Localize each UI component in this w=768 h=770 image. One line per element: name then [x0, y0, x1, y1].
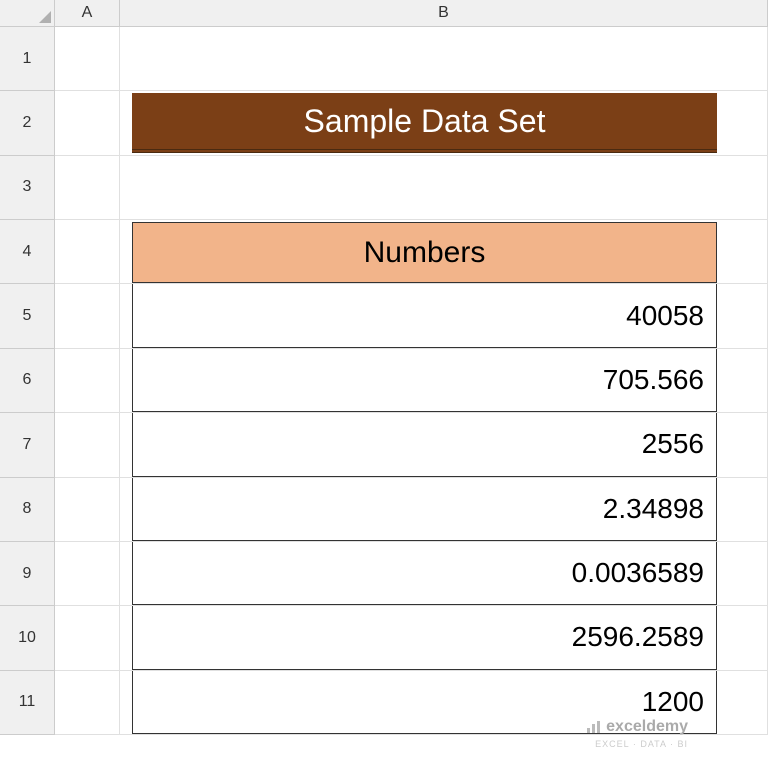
data-cell-3: 2556	[132, 413, 717, 476]
row-header-10[interactable]: 10	[0, 606, 55, 670]
data-cell-6: 2596.2589	[132, 606, 717, 669]
cell-b10[interactable]: 2596.2589	[120, 606, 768, 670]
row-header-8[interactable]: 8	[0, 478, 55, 542]
title-box: Sample Data Set	[132, 93, 717, 152]
row-header-2[interactable]: 2	[0, 91, 55, 155]
row-header-4[interactable]: 4	[0, 220, 55, 284]
col-header-a[interactable]: A	[55, 0, 120, 27]
col-header-b[interactable]: B	[120, 0, 768, 27]
cell-b7[interactable]: 2556	[120, 413, 768, 477]
cell-a5[interactable]	[55, 284, 120, 348]
cell-a10[interactable]	[55, 606, 120, 670]
data-cell-5: 0.0036589	[132, 542, 717, 605]
row-header-3[interactable]: 3	[0, 156, 55, 220]
row-header-5[interactable]: 5	[0, 284, 55, 348]
cell-b2[interactable]: Sample Data Set	[120, 91, 768, 155]
cell-a2[interactable]	[55, 91, 120, 155]
table-header: Numbers	[132, 222, 717, 283]
data-cell-4: 2.34898	[132, 478, 717, 541]
cell-b8[interactable]: 2.34898	[120, 478, 768, 542]
row-header-7[interactable]: 7	[0, 413, 55, 477]
cell-a7[interactable]	[55, 413, 120, 477]
cell-a9[interactable]	[55, 542, 120, 606]
cell-b9[interactable]: 0.0036589	[120, 542, 768, 606]
watermark-brand: exceldemy	[606, 718, 688, 735]
select-all-corner[interactable]	[0, 0, 55, 27]
cell-a4[interactable]	[55, 220, 120, 284]
cell-b6[interactable]: 705.566	[120, 349, 768, 413]
cell-a11[interactable]	[55, 671, 120, 735]
row-header-9[interactable]: 9	[0, 542, 55, 606]
cell-a1[interactable]	[55, 27, 120, 91]
chart-icon	[586, 719, 602, 738]
data-cell-1: 40058	[132, 284, 717, 347]
spreadsheet-grid: A B 1 2 Sample Data Set 3 4 Numbers 5 40…	[0, 0, 768, 735]
cell-a8[interactable]	[55, 478, 120, 542]
row-header-6[interactable]: 6	[0, 349, 55, 413]
watermark: exceldemy EXCEL · DATA · BI	[586, 718, 688, 750]
cell-a6[interactable]	[55, 349, 120, 413]
row-header-1[interactable]: 1	[0, 27, 55, 91]
data-cell-2: 705.566	[132, 349, 717, 412]
cell-b1[interactable]	[120, 27, 768, 91]
cell-b4[interactable]: Numbers	[120, 220, 768, 284]
cell-b5[interactable]: 40058	[120, 284, 768, 348]
row-header-11[interactable]: 11	[0, 671, 55, 735]
watermark-tag: EXCEL · DATA · BI	[595, 739, 688, 749]
cell-a3[interactable]	[55, 156, 120, 220]
cell-b3[interactable]	[120, 156, 768, 220]
